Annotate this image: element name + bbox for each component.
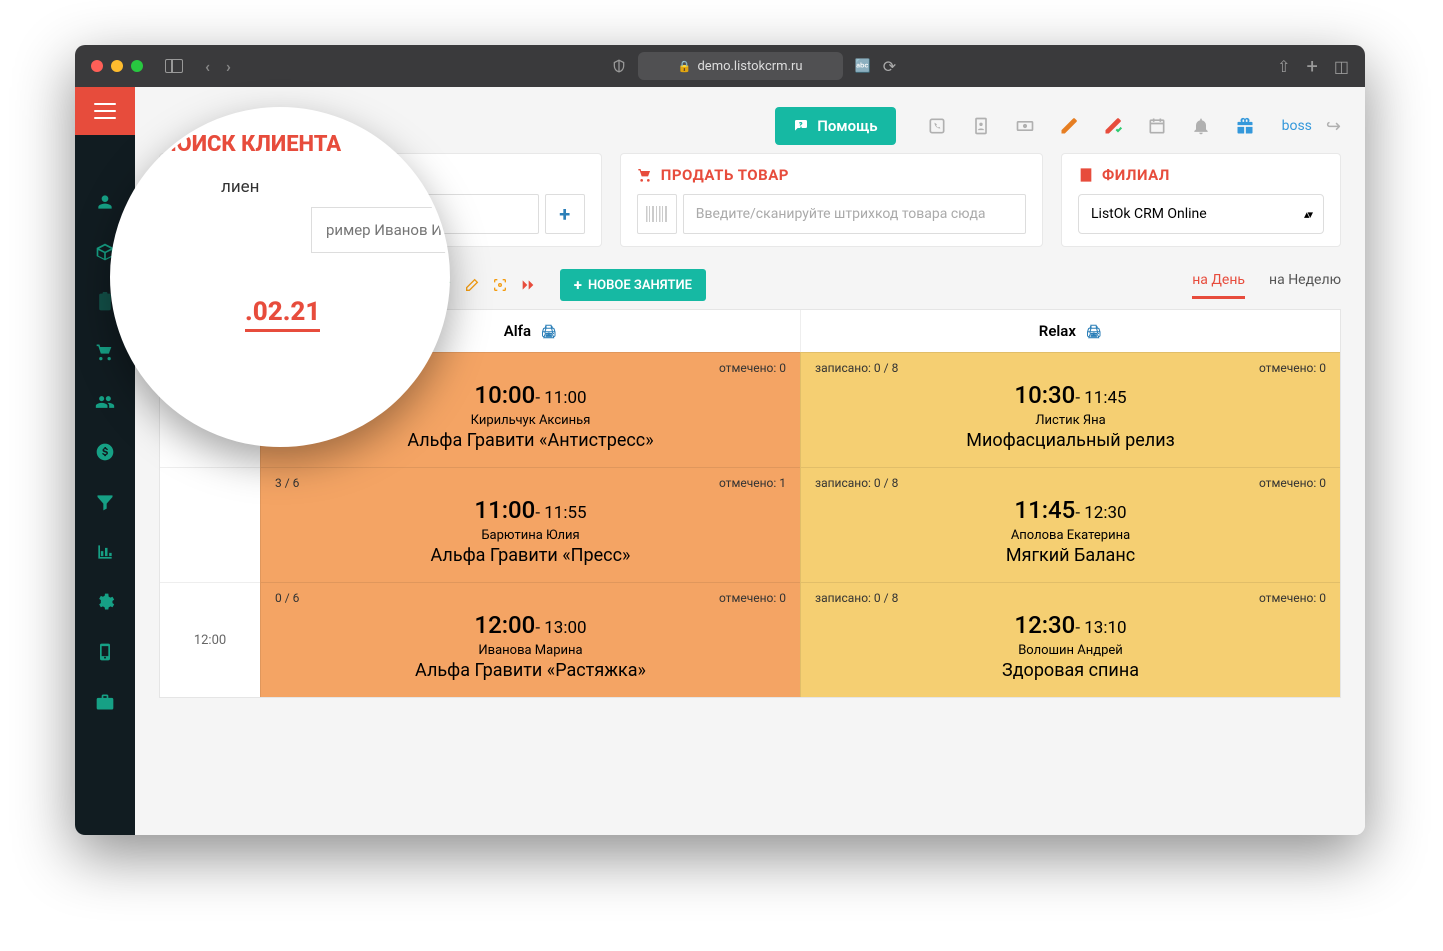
rail-settings-icon[interactable] (75, 577, 135, 627)
time-cell (160, 467, 260, 582)
lens-date[interactable]: .02.21 (245, 297, 320, 332)
cell-booked: записано: 0 / 8 (815, 591, 898, 605)
edit-check-icon[interactable] (1100, 113, 1126, 139)
translate-icon[interactable]: 🔤 (855, 59, 871, 74)
traffic-lights (91, 60, 143, 72)
add-client-button[interactable]: + (545, 194, 585, 234)
magnifier-overlay: ПОИСК КЛИЕНТА лиен + .02.21 › (110, 107, 450, 447)
lock-icon: 🔒 (678, 60, 692, 73)
browser-window: ‹ › 🔒 demo.listokcrm.ru 🔤 ⟳ ⇧ + ◫ (75, 45, 1365, 835)
lens-title: ПОИСК КЛИЕНТА (131, 132, 450, 157)
cell-marked: отмечено: 0 (719, 361, 786, 375)
cell-booked: записано: 0 / 8 (815, 476, 898, 490)
help-button[interactable]: Помощь (775, 107, 895, 145)
nav-arrows: ‹ › (205, 57, 231, 76)
barcode-icon (637, 194, 677, 234)
cell-class-name: Альфа Гравити «Пресс» (275, 545, 786, 566)
branch-select[interactable]: ListOk CRM Online ▴▾ (1078, 194, 1324, 234)
rail-group-icon[interactable] (75, 377, 135, 427)
chevron-updown-icon: ▴▾ (1304, 208, 1311, 221)
cell-class-name: Миофасциальный релиз (815, 430, 1326, 451)
bell-icon[interactable] (1188, 113, 1214, 139)
branch-select-value: ListOk CRM Online (1091, 206, 1207, 222)
address-bar[interactable]: 🔒 demo.listokcrm.ru (638, 52, 843, 80)
cell-marked: отмечено: 0 (719, 591, 786, 605)
cell-class-name: Здоровая спина (815, 660, 1326, 681)
cell-marked: отмечено: 1 (719, 476, 786, 490)
barcode-input[interactable] (683, 194, 1026, 234)
tab-week[interactable]: на Неделю (1269, 272, 1341, 299)
sell-product-panel: ПРОДАТЬ ТОВАР (620, 153, 1043, 247)
cell-time: 12:00- 13:00 (275, 611, 786, 639)
rail-chart-icon[interactable] (75, 527, 135, 577)
share-icon[interactable]: ⇧ (1277, 57, 1290, 76)
new-class-button[interactable]: + НОВОЕ ЗАНЯТИЕ (560, 269, 706, 301)
tab-day[interactable]: на День (1192, 272, 1245, 299)
sidebar-toggle-icon[interactable] (165, 59, 183, 73)
schedule-row: 3 / 6 отмечено: 1 11:00- 11:55 Барютина Юли… (160, 467, 1340, 582)
cell-booked: 0 / 6 (275, 591, 299, 605)
logout-icon[interactable]: ↪ (1326, 116, 1341, 137)
new-tab-icon[interactable]: + (1307, 54, 1318, 78)
schedule-row: 12:00 0 / 6 отмечено: 0 12:00- 13:00 Иванова… (160, 582, 1340, 697)
cell-trainer: Иванова Марина (275, 643, 786, 658)
scan-icon[interactable] (490, 275, 510, 295)
username-link[interactable]: boss (1282, 118, 1312, 134)
cell-time: 10:30- 11:45 (815, 381, 1326, 409)
rail-money-icon[interactable] (75, 427, 135, 477)
edit-icon[interactable] (1056, 113, 1082, 139)
help-button-label: Помощь (817, 117, 877, 135)
sell-product-title: ПРОДАТЬ ТОВАР (637, 166, 1026, 184)
cell-booked: 3 / 6 (275, 476, 299, 490)
print-room-relax-icon[interactable]: 🖨 (1086, 325, 1103, 340)
schedule-cell[interactable]: записано: 0 / 8 отмечено: 0 11:45- 12:30 Ап… (800, 467, 1340, 582)
url-text: demo.listokcrm.ru (697, 59, 802, 74)
cell-trainer: Аполова Екатерина (815, 528, 1326, 543)
privacy-shield-icon[interactable] (612, 58, 626, 74)
time-cell: 12:00 (160, 582, 260, 697)
cell-trainer: Волошин Андрей (815, 643, 1326, 658)
rail-mobile-icon[interactable] (75, 627, 135, 677)
phone-icon[interactable] (924, 113, 950, 139)
new-class-label: НОВОЕ ЗАНЯТИЕ (588, 278, 692, 293)
close-window-button[interactable] (91, 60, 103, 72)
branch-panel: ФИЛИАЛ ListOk CRM Online ▴▾ (1061, 153, 1341, 247)
cell-trainer: Листик Яна (815, 413, 1326, 428)
cell-trainer: Барютина Юлия (275, 528, 786, 543)
schedule-cell[interactable]: записано: 0 / 8 отмечено: 0 12:30- 13:10 Во… (800, 582, 1340, 697)
lens-subtitle: лиен (221, 177, 450, 197)
cash-icon[interactable] (1012, 113, 1038, 139)
cell-booked: записано: 0 / 8 (815, 361, 898, 375)
rail-briefcase-icon[interactable] (75, 677, 135, 727)
schedule-cell[interactable]: 0 / 6 отмечено: 0 12:00- 13:00 Иванова Мари… (260, 582, 800, 697)
browser-titlebar: ‹ › 🔒 demo.listokcrm.ru 🔤 ⟳ ⇧ + ◫ (75, 45, 1365, 87)
branch-title: ФИЛИАЛ (1078, 166, 1324, 184)
rail-filter-icon[interactable] (75, 477, 135, 527)
cell-class-name: Альфа Гравити «Антистресс» (275, 430, 786, 451)
lens-search-input[interactable] (311, 207, 450, 253)
reload-icon[interactable]: ⟳ (883, 57, 896, 76)
edit-orange-icon[interactable] (462, 275, 482, 295)
print-room-alfa-icon[interactable]: 🖨 (541, 325, 558, 340)
cell-class-name: Альфа Гравити «Растяжка» (275, 660, 786, 681)
cell-time: 11:00- 11:55 (275, 496, 786, 524)
back-button[interactable]: ‹ (205, 57, 210, 76)
tabs-icon[interactable]: ◫ (1334, 57, 1349, 76)
minimize-window-button[interactable] (111, 60, 123, 72)
cell-class-name: Мягкий Баланс (815, 545, 1326, 566)
badge-icon[interactable] (968, 113, 994, 139)
calendar-icon[interactable] (1144, 113, 1170, 139)
schedule-cell[interactable]: записано: 0 / 8 отмечено: 0 10:30- 11:45 Ли… (800, 352, 1340, 467)
schedule-cell[interactable]: 3 / 6 отмечено: 1 11:00- 11:55 Барютина Юли… (260, 467, 800, 582)
room-header-relax: Relax 🖨 (800, 310, 1340, 352)
gift-icon[interactable] (1232, 113, 1258, 139)
cell-time: 11:45- 12:30 (815, 496, 1326, 524)
forward-button[interactable]: › (226, 57, 231, 76)
cell-time: 12:30- 13:10 (815, 611, 1326, 639)
maximize-window-button[interactable] (131, 60, 143, 72)
cell-marked: отмечено: 0 (1259, 361, 1326, 375)
cell-marked: отмечено: 0 (1259, 476, 1326, 490)
fast-forward-icon[interactable] (518, 275, 538, 295)
cell-marked: отмечено: 0 (1259, 591, 1326, 605)
